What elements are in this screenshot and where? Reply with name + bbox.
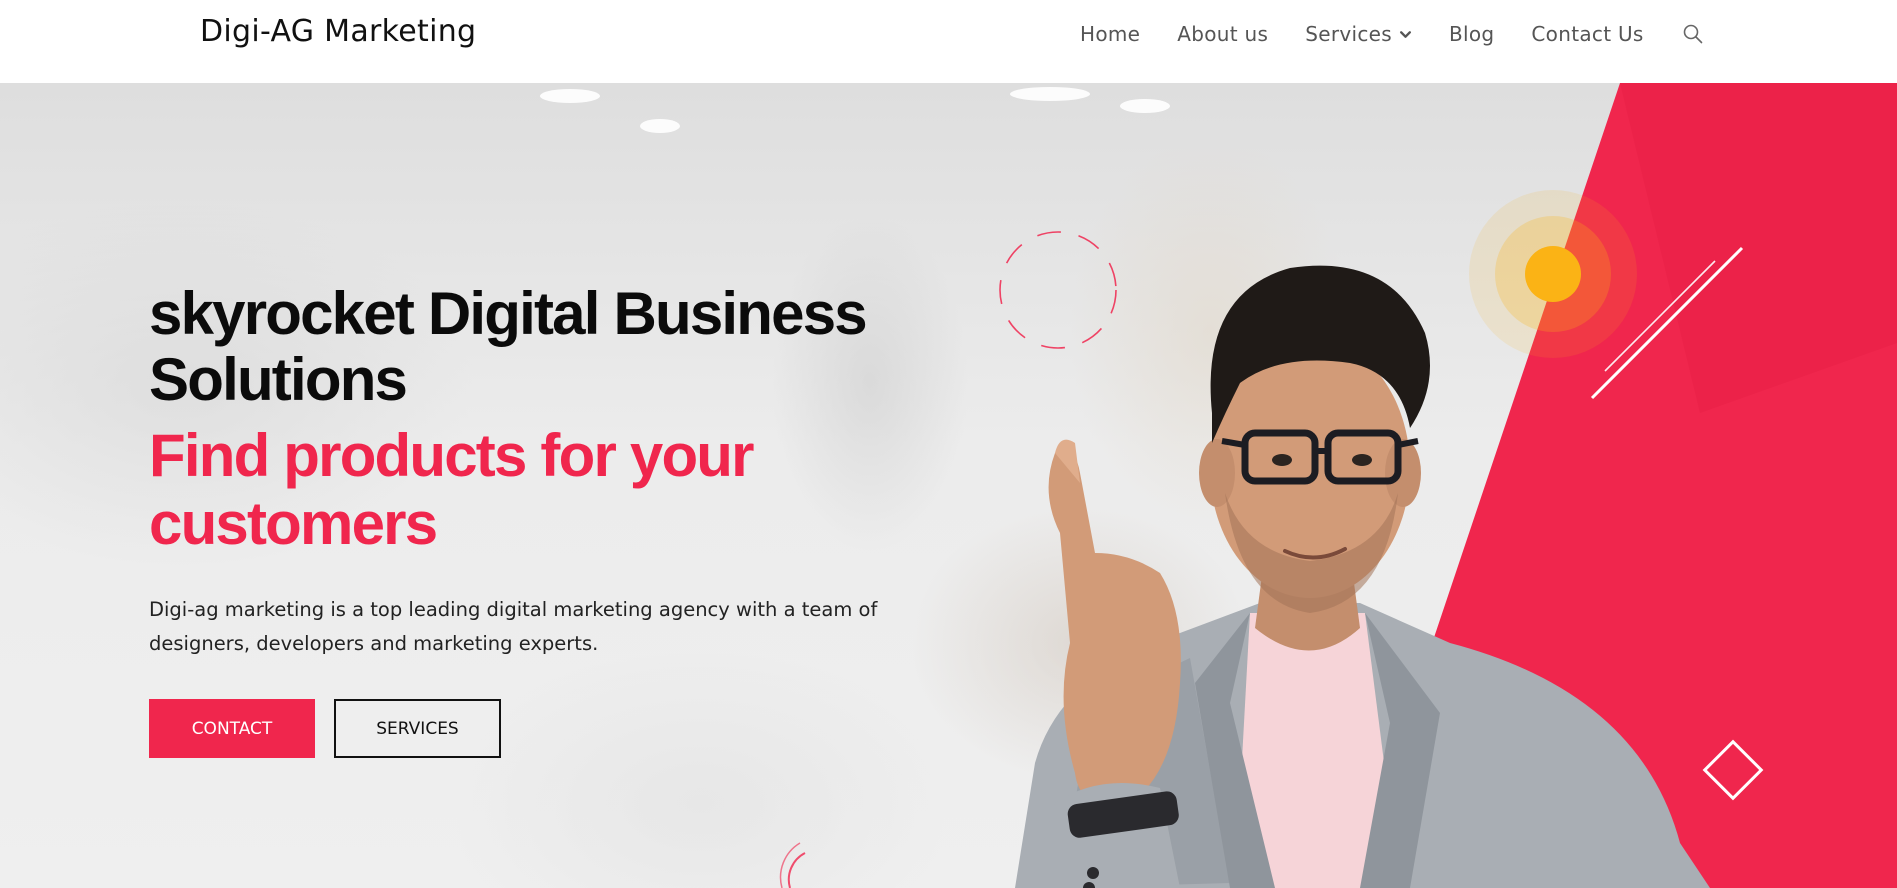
nav-item-label: About us: [1177, 22, 1269, 46]
search-icon[interactable]: [1681, 22, 1705, 46]
nav-item-home[interactable]: Home: [1080, 22, 1140, 46]
nav-item-contact[interactable]: Contact Us: [1531, 22, 1643, 46]
services-button[interactable]: SERVICES: [334, 699, 501, 758]
site-logo[interactable]: Digi-AG Marketing: [200, 14, 476, 49]
contact-button[interactable]: CONTACT: [149, 699, 315, 758]
nav-item-label: Home: [1080, 22, 1141, 46]
hero-subheadline: Find products for your customers: [149, 422, 755, 557]
hero-headline: skyrocket Digital Business Solutions: [149, 280, 868, 413]
hero-section: skyrocket Digital Business Solutions Fin…: [0, 83, 1897, 888]
nav-item-about[interactable]: About us: [1177, 22, 1268, 46]
hero-description: Digi-ag marketing is a top leading digit…: [149, 598, 878, 655]
nav-item-label: Services: [1305, 22, 1392, 46]
nav-item-label: Contact Us: [1531, 22, 1644, 46]
nav-item-blog[interactable]: Blog: [1449, 22, 1494, 46]
nav-item-services[interactable]: Services: [1305, 22, 1412, 46]
main-nav: Home About us Services Blog Contact Us: [1080, 22, 1705, 46]
site-header: Digi-AG Marketing Home About us Services…: [0, 0, 1897, 83]
nav-item-label: Blog: [1449, 22, 1495, 46]
chevron-down-icon: [1399, 30, 1412, 38]
